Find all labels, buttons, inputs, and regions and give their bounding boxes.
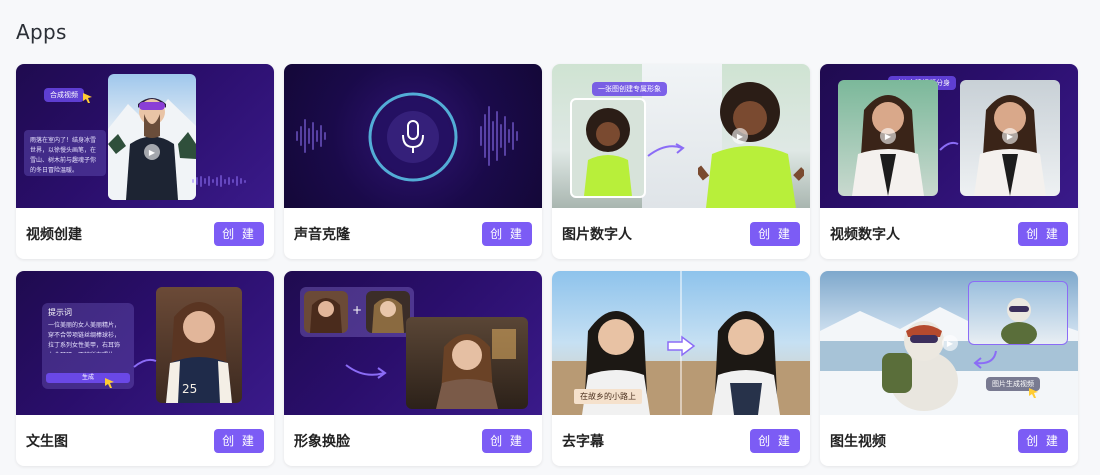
app-thumbnail: 提示词 一位美丽的女人美丽精片，穿不合带项链丝绸棒球衫，拉丁系列女性美甲，右耳饰… (16, 271, 274, 415)
play-icon: ▶ (942, 335, 958, 351)
arrow-icon (647, 143, 685, 157)
apps-grid: 合成视频 雨落在室内了！结身冰雪世界，以徐慢头画笔，在雪山、树木前与趣魂子你的冬… (16, 64, 1078, 466)
arrow-icon (133, 358, 157, 368)
create-button[interactable]: 创 建 (482, 428, 532, 453)
play-icon: ▶ (880, 128, 896, 144)
woman-skier-illustration (108, 98, 196, 200)
app-title: 形象换脸 (294, 433, 350, 450)
app-title: 视频创建 (26, 226, 82, 243)
microphone-icon (368, 92, 458, 182)
woman-face-illustration (310, 298, 342, 333)
arrow-icon (973, 350, 997, 369)
app-card-photo-avatar[interactable]: 一张图创建专属形象 ▶ 图片数字人 创 建 (552, 64, 810, 259)
app-title: 声音克隆 (294, 226, 350, 243)
app-card-footer: 图生视频 创 建 (820, 415, 1078, 466)
generated-image: 25 (156, 287, 242, 403)
source-video-frame: ▶ (838, 80, 938, 196)
app-title: 视频数字人 (830, 226, 900, 243)
app-card-remove-subtitles[interactable]: 在故乡的小路上 去字幕 创 建 (552, 271, 810, 466)
app-thumbnail: 在故乡的小路上 (552, 271, 810, 415)
avatar-video-frame: ▶ (960, 80, 1060, 196)
thumb-tag: 合成视频 (44, 88, 84, 102)
plus-icon: + (352, 303, 363, 317)
page-title: Apps (16, 20, 67, 44)
app-card-voice-clone[interactable]: 声音克隆 创 建 (284, 64, 542, 259)
app-card-video-create[interactable]: 合成视频 雨落在室内了！结身冰雪世界，以徐慢头画笔，在雪山、树木前与趣魂子你的冬… (16, 64, 274, 259)
create-button[interactable]: 创 建 (214, 428, 264, 453)
prompt-panel: 提示词 一位美丽的女人美丽精片，穿不合带项链丝绸棒球衫，拉丁系列女性美甲，右耳饰… (42, 303, 134, 389)
create-button[interactable]: 创 建 (750, 428, 800, 453)
app-title: 去字幕 (562, 433, 604, 450)
cursor-icon (105, 378, 114, 388)
prompt-text: 一位美丽的女人美丽精片，穿不合带项链丝绸棒球衫，拉丁系列女性美甲，右耳饰上金耳环… (48, 322, 121, 353)
arrow-right-icon (667, 335, 696, 357)
app-card-footer: 视频数字人 创 建 (820, 208, 1078, 259)
app-card-video-avatar[interactable]: 对炒克隆视频分身 ▶ ▶ (820, 64, 1078, 259)
play-icon: ▶ (1002, 128, 1018, 144)
face-photo-a (304, 291, 348, 333)
cursor-icon (83, 93, 92, 103)
play-icon: ▶ (732, 128, 748, 144)
audio-wave-icon (192, 174, 246, 188)
woman-portrait-illustration (436, 329, 516, 409)
prompt-panel-title: 提示词 (48, 308, 72, 317)
create-button[interactable]: 创 建 (214, 221, 264, 246)
app-card-face-swap[interactable]: + 形象换脸 创 建 (284, 271, 542, 466)
thumb-tag: 一张图创建专属形象 (592, 82, 667, 96)
app-card-footer: 声音克隆 创 建 (284, 208, 542, 259)
thumb-note: 雨落在室内了！结身冰雪世界，以徐慢头画笔，在雪山、树木前与趣魂子你的冬日冒险温暖… (24, 130, 106, 176)
woman-face-illustration (372, 298, 404, 333)
app-title: 图生视频 (830, 433, 886, 450)
subtitle-caption: 在故乡的小路上 (574, 389, 642, 404)
woman-portrait-illustration (584, 108, 632, 196)
play-icon: ▶ (144, 144, 160, 160)
app-card-image-to-video[interactable]: ▶ 图片生成视频 图生视频 创 建 (820, 271, 1078, 466)
app-card-footer: 去字幕 创 建 (552, 415, 810, 466)
app-title: 图片数字人 (562, 226, 632, 243)
person-photo: ▶ (108, 74, 196, 200)
video-frame (968, 281, 1068, 345)
audio-wave-left (296, 116, 326, 156)
create-button[interactable]: 创 建 (482, 221, 532, 246)
avatar-figure-illustration (698, 82, 804, 208)
create-button[interactable]: 创 建 (750, 221, 800, 246)
arrow-icon (345, 364, 387, 379)
app-thumbnail: + (284, 271, 542, 415)
swapped-result-image (406, 317, 528, 409)
face-photo-b (366, 291, 410, 333)
generate-button: 生成 (46, 373, 130, 383)
cursor-icon (1029, 388, 1038, 398)
app-thumbnail: ▶ 图片生成视频 (820, 271, 1078, 415)
app-thumbnail: 合成视频 雨落在室内了！结身冰雪世界，以徐慢头画笔，在雪山、树木前与趣魂子你的冬… (16, 64, 274, 208)
woman-jacket-illustration: 25 (166, 302, 232, 403)
app-card-footer: 视频创建 创 建 (16, 208, 274, 259)
app-thumbnail (284, 64, 542, 208)
dog-frame-illustration (1001, 298, 1037, 344)
app-card-footer: 图片数字人 创 建 (552, 208, 810, 259)
app-thumbnail: 对炒克隆视频分身 ▶ ▶ (820, 64, 1078, 208)
app-thumbnail: 一张图创建专属形象 ▶ (552, 64, 810, 208)
app-card-text-to-image[interactable]: 提示词 一位美丽的女人美丽精片，穿不合带项链丝绸棒球衫，拉丁系列女性美甲，右耳饰… (16, 271, 274, 466)
app-card-footer: 形象换脸 创 建 (284, 415, 542, 466)
svg-text:25: 25 (182, 382, 197, 396)
create-button[interactable]: 创 建 (1018, 428, 1068, 453)
source-photo (570, 98, 646, 198)
arrow-icon (939, 141, 959, 151)
app-card-footer: 文生图 创 建 (16, 415, 274, 466)
create-button[interactable]: 创 建 (1018, 221, 1068, 246)
app-title: 文生图 (26, 433, 68, 450)
audio-wave-right (480, 104, 518, 168)
